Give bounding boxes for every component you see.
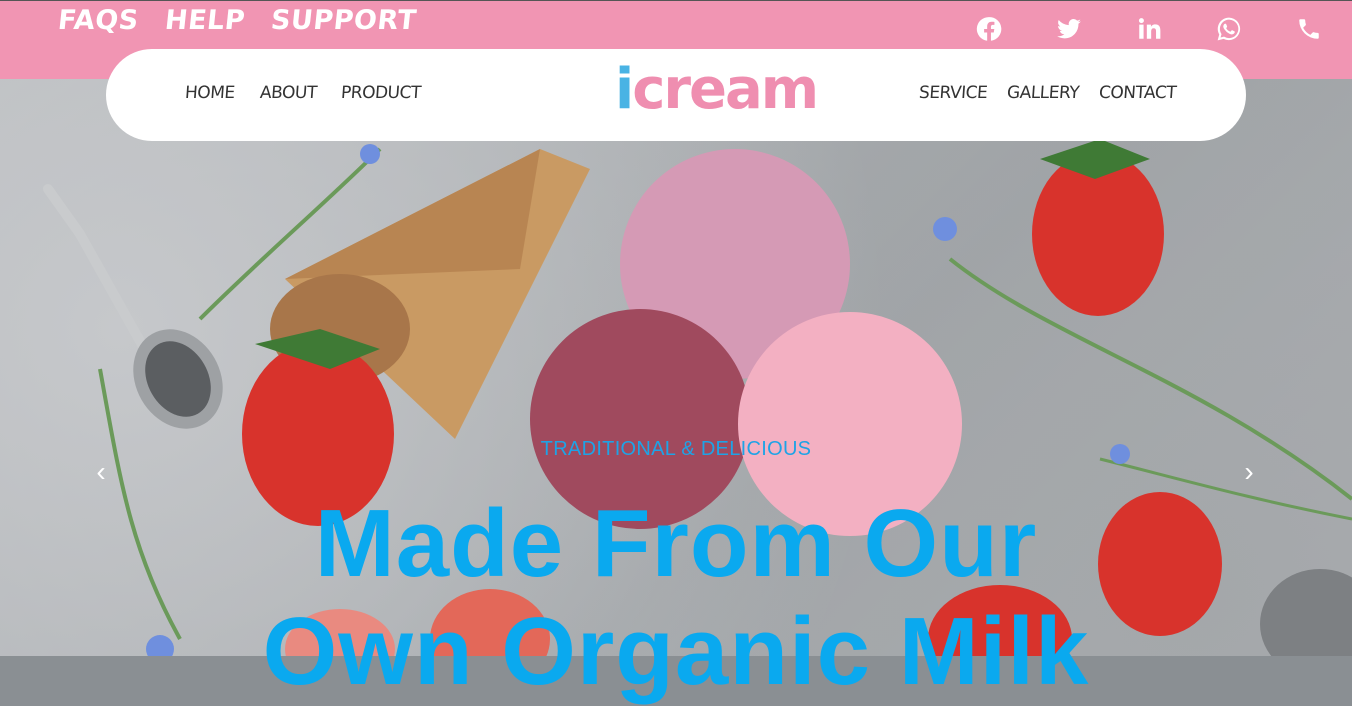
hero-headline-line1: Made From Our [314, 490, 1038, 597]
social-links [972, 13, 1326, 45]
twitter-icon[interactable] [1052, 13, 1086, 45]
nav-contact[interactable]: CONTACT [1098, 83, 1177, 103]
main-nav: HOME ABOUT PRODUCT icream SERVICE GALLER… [106, 49, 1246, 141]
support-link[interactable]: SUPPORT [269, 5, 418, 36]
next-slide-icon[interactable]: › [1238, 457, 1260, 487]
whatsapp-icon[interactable] [1212, 13, 1246, 45]
facebook-icon[interactable] [972, 13, 1006, 45]
nav-right-group: SERVICE GALLERY CONTACT [918, 83, 1177, 103]
logo-letter-i: i [615, 57, 634, 122]
nav-gallery[interactable]: GALLERY [1006, 83, 1080, 103]
help-link[interactable]: HELP [163, 5, 246, 36]
hero-subtitle: TRADITIONAL & DELICIOUS [540, 438, 812, 460]
faqs-link[interactable]: FAQS [56, 5, 140, 36]
prev-slide-icon[interactable]: ‹ [90, 457, 112, 487]
nav-left-group: HOME ABOUT PRODUCT [184, 83, 422, 103]
brand-logo[interactable]: icream [615, 55, 819, 125]
phone-icon[interactable] [1292, 13, 1326, 45]
hero-headline-line2: Own Organic Milk [262, 598, 1090, 705]
nav-product[interactable]: PRODUCT [341, 83, 422, 103]
linkedin-icon[interactable] [1132, 13, 1166, 45]
nav-about[interactable]: ABOUT [259, 83, 317, 103]
hero-headline: Made From Our Own Organic Milk [0, 490, 1352, 706]
logo-text: cream [632, 57, 819, 122]
nav-home[interactable]: HOME [184, 83, 235, 103]
top-links: FAQS HELP SUPPORT [56, 5, 418, 36]
nav-service[interactable]: SERVICE [918, 83, 988, 103]
